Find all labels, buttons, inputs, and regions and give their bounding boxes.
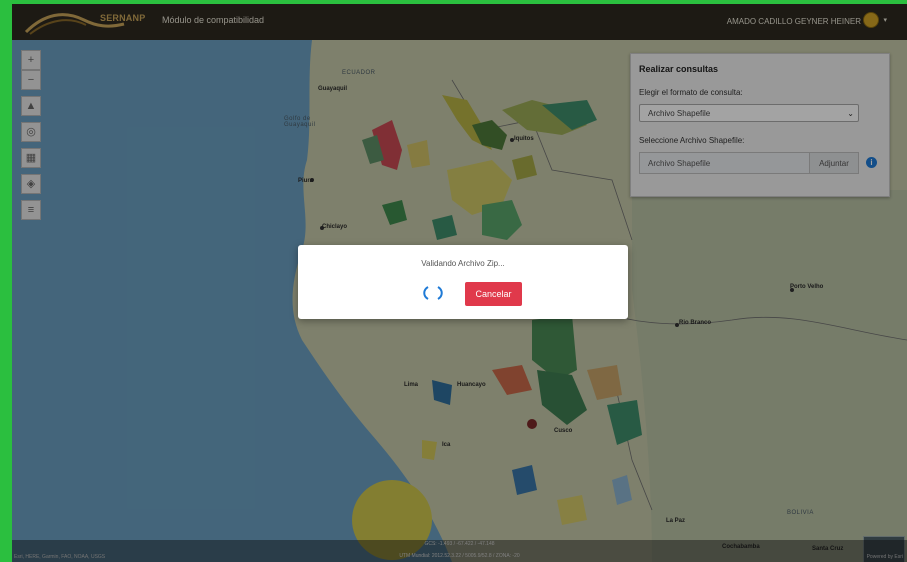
app-window: SERNANP Módulo de compatibilidad AMADO C… — [12, 4, 907, 562]
cancel-button[interactable]: Cancelar — [465, 282, 522, 306]
modal-message: Validando Archivo Zip... — [421, 259, 505, 268]
loading-spinner-icon — [423, 286, 443, 300]
loading-modal: Validando Archivo Zip... Cancelar — [298, 245, 628, 319]
